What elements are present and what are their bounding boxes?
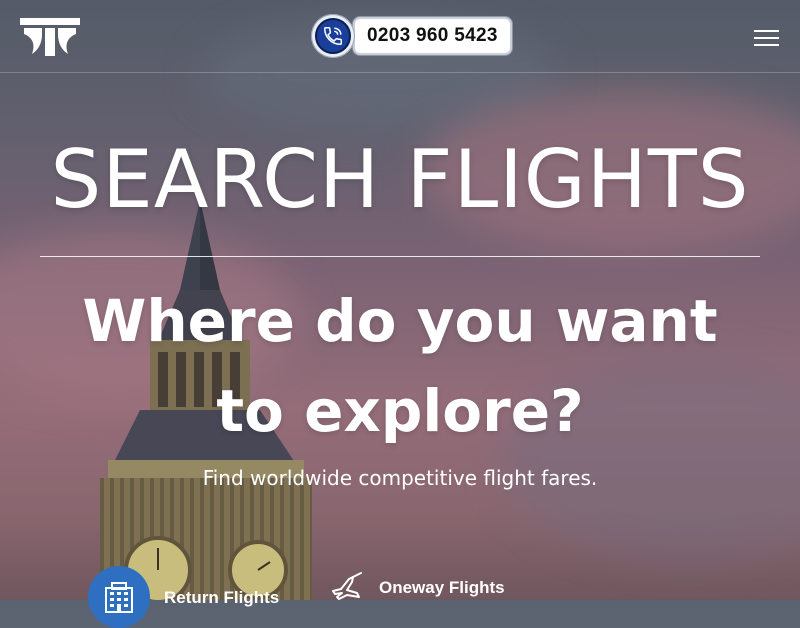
tab-oneway-flights[interactable]: Oneway Flights [326,566,505,608]
hamburger-menu-icon[interactable] [752,27,780,47]
phone-call-icon [315,18,351,54]
tab-return-flights[interactable]: Return Flights [88,566,279,628]
page-title: SEARCH FLIGHTS [50,133,750,226]
tab-oneway-flights-label: Oneway Flights [379,578,505,597]
call-us-phone[interactable]: 0203 960 5423 [311,14,512,58]
hero-description: Find worldwide competitive flight fares. [202,466,598,490]
hero-subtitle: Where do you want to explore? [82,287,718,445]
tab-return-flights-label: Return Flights [164,588,280,607]
brand-logo-icon[interactable] [20,18,80,56]
airplane-icon [326,566,368,608]
building-icon [88,566,150,628]
phone-number[interactable]: 0203 960 5423 [367,25,498,47]
title-divider [40,256,760,257]
site-header: 0203 960 5423 [0,0,800,73]
